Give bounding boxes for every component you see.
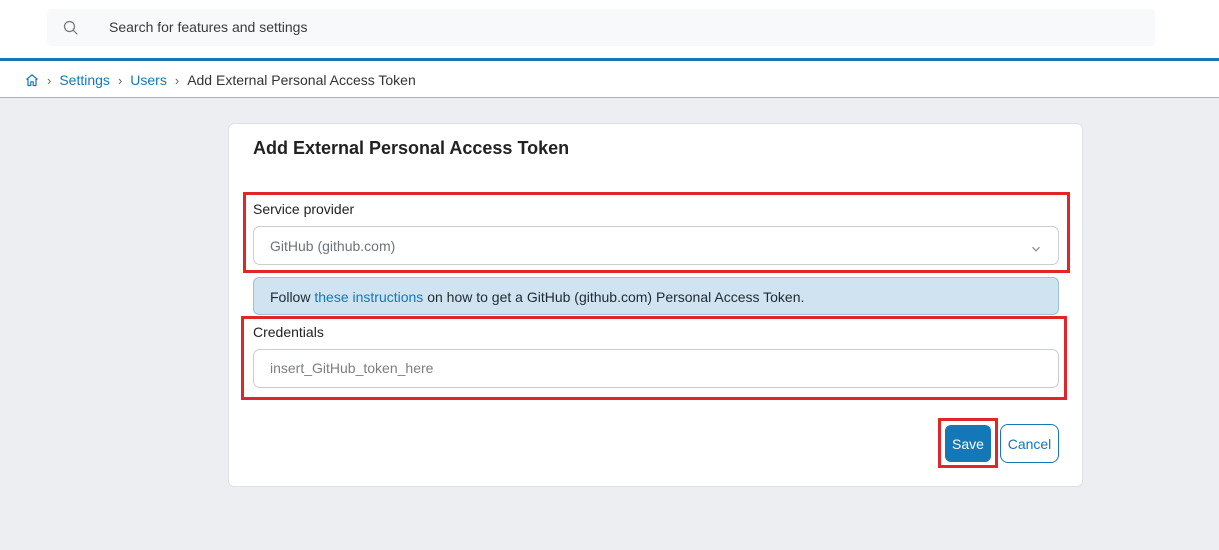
service-provider-select[interactable]: GitHub (github.com) bbox=[253, 226, 1059, 265]
breadcrumb: › Settings › Users › Add External Person… bbox=[25, 72, 416, 88]
home-icon[interactable] bbox=[25, 73, 39, 87]
service-provider-value: GitHub (github.com) bbox=[270, 238, 396, 254]
breadcrumb-separator: › bbox=[47, 72, 52, 88]
instructions-prefix: Follow bbox=[270, 289, 315, 305]
breadcrumb-users[interactable]: Users bbox=[130, 72, 167, 88]
breadcrumb-separator: › bbox=[174, 72, 180, 88]
instructions-link[interactable]: these instructions bbox=[314, 289, 423, 305]
save-button[interactable]: Save bbox=[945, 425, 991, 462]
credentials-input[interactable] bbox=[270, 360, 1030, 376]
search-icon bbox=[63, 20, 79, 36]
search-input[interactable]: Search for features and settings bbox=[109, 19, 307, 35]
token-form-card: Add External Personal Access Token Servi… bbox=[228, 123, 1083, 487]
search-bar[interactable]: Search for features and settings bbox=[47, 9, 1155, 46]
breadcrumb-separator: › bbox=[117, 72, 123, 88]
service-provider-label: Service provider bbox=[253, 201, 355, 217]
chevron-down-icon bbox=[1031, 241, 1041, 252]
breadcrumb-settings[interactable]: Settings bbox=[59, 72, 110, 88]
credentials-field[interactable] bbox=[253, 349, 1059, 388]
top-bar: Search for features and settings bbox=[0, 0, 1219, 58]
breadcrumb-bar: › Settings › Users › Add External Person… bbox=[0, 61, 1219, 98]
page-title: Add External Personal Access Token bbox=[253, 138, 570, 158]
credentials-label: Credentials bbox=[253, 324, 324, 340]
instructions-alert: Follow these instructions on how to get … bbox=[253, 277, 1059, 315]
breadcrumb-current: Add External Personal Access Token bbox=[187, 72, 416, 88]
instructions-suffix: on how to get a GitHub (github.com) Pers… bbox=[423, 289, 805, 305]
cancel-button[interactable]: Cancel bbox=[1000, 424, 1059, 463]
